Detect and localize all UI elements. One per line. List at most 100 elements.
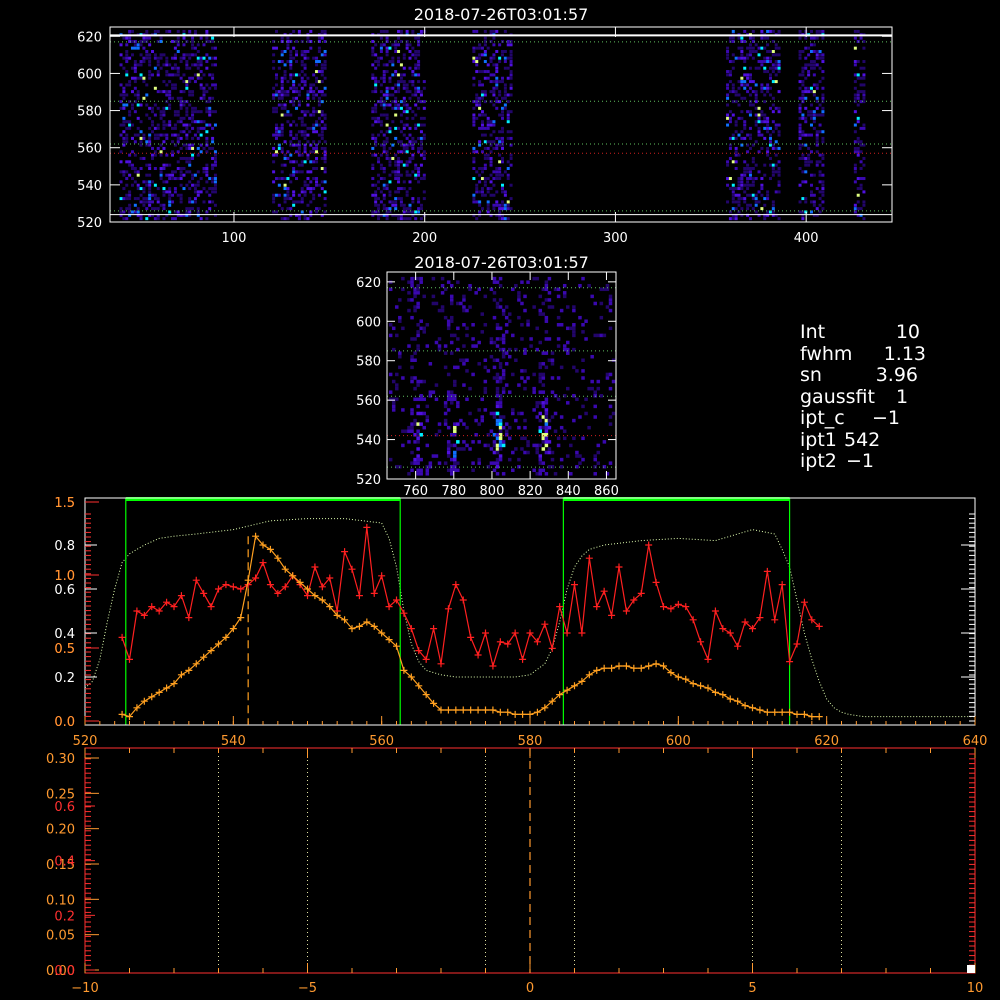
pixel	[371, 163, 375, 167]
pixel	[456, 447, 460, 451]
fit-point	[726, 695, 734, 703]
pixel	[495, 76, 499, 80]
pixel	[486, 200, 490, 204]
spectrum-point	[118, 633, 126, 641]
pixel	[801, 113, 805, 117]
pixel	[391, 43, 395, 47]
pixel	[478, 203, 482, 207]
pixel	[300, 200, 304, 204]
pixel	[483, 50, 487, 53]
pixel	[553, 472, 558, 476]
pixel	[599, 301, 604, 306]
pixel	[740, 136, 744, 140]
pixel	[608, 372, 613, 377]
pixel	[315, 56, 319, 60]
pixel	[478, 200, 482, 204]
pixel	[818, 190, 822, 194]
fit-point	[704, 684, 712, 692]
pixel	[371, 50, 375, 53]
pixel	[419, 326, 423, 331]
pixel	[456, 468, 460, 473]
pixel	[382, 177, 386, 181]
pixel	[821, 130, 825, 134]
pixel	[763, 36, 767, 40]
pixel	[774, 63, 778, 67]
pixel	[289, 86, 293, 90]
pixel	[480, 83, 484, 87]
pixel	[748, 173, 752, 177]
pixel	[397, 29, 401, 33]
pixel	[809, 123, 813, 127]
pixel	[188, 29, 192, 33]
spectrum-point	[341, 548, 349, 556]
pixel	[148, 70, 152, 74]
pixel	[483, 93, 487, 97]
pixel	[859, 187, 863, 191]
pixel	[495, 200, 499, 204]
pixel	[523, 308, 527, 313]
pixel	[766, 86, 770, 90]
pixel	[541, 425, 546, 430]
pixel	[422, 123, 426, 127]
pixel	[176, 70, 180, 74]
pixel	[283, 140, 287, 144]
pixel	[422, 86, 426, 90]
pixel	[165, 93, 169, 97]
pixel	[145, 83, 149, 87]
pixel	[142, 46, 146, 50]
pixel	[859, 90, 863, 94]
pixel	[474, 291, 478, 295]
pixel	[309, 160, 313, 164]
pixel	[277, 193, 281, 197]
pixel	[205, 106, 209, 110]
pixel	[125, 197, 129, 201]
pixel	[477, 408, 481, 412]
pixel	[394, 160, 398, 164]
pixel	[468, 305, 472, 309]
pixel	[317, 60, 321, 64]
pixel	[859, 36, 863, 40]
pixel	[728, 136, 732, 140]
y-tick-label: 620	[356, 276, 381, 291]
pixel	[768, 156, 772, 160]
pixel	[728, 177, 732, 181]
pixel	[550, 351, 555, 355]
pixel	[506, 110, 510, 114]
pixel	[274, 150, 278, 154]
pixel	[297, 140, 301, 144]
pixel	[300, 76, 304, 80]
pixel	[405, 163, 409, 167]
pixel	[559, 415, 564, 419]
pixel	[777, 130, 781, 134]
pixel	[414, 36, 418, 40]
pixel	[507, 425, 512, 430]
pixel	[136, 187, 140, 191]
pixel	[475, 96, 479, 100]
pixel	[156, 106, 160, 110]
pixel	[593, 404, 597, 409]
pixel	[853, 29, 857, 33]
pixel	[498, 440, 503, 444]
pixel	[492, 411, 497, 416]
pixel	[176, 140, 180, 144]
pixel	[171, 173, 175, 177]
pixel	[506, 167, 510, 170]
pixel	[492, 29, 496, 33]
spectrum-point	[622, 607, 630, 615]
pixel	[495, 50, 499, 53]
pixel	[503, 50, 507, 53]
y-tick-label: 540	[356, 434, 381, 449]
pixel	[173, 217, 177, 221]
pixel	[153, 53, 157, 57]
pixel	[382, 197, 386, 201]
pixel	[798, 167, 802, 170]
pixel	[751, 80, 755, 84]
pixel	[593, 457, 597, 462]
pixel	[385, 93, 389, 97]
pixel	[417, 36, 421, 40]
pixel	[605, 376, 610, 380]
pixel	[320, 63, 324, 67]
spectrum-point	[697, 638, 705, 646]
pixel	[405, 29, 409, 33]
pixel	[176, 167, 180, 170]
